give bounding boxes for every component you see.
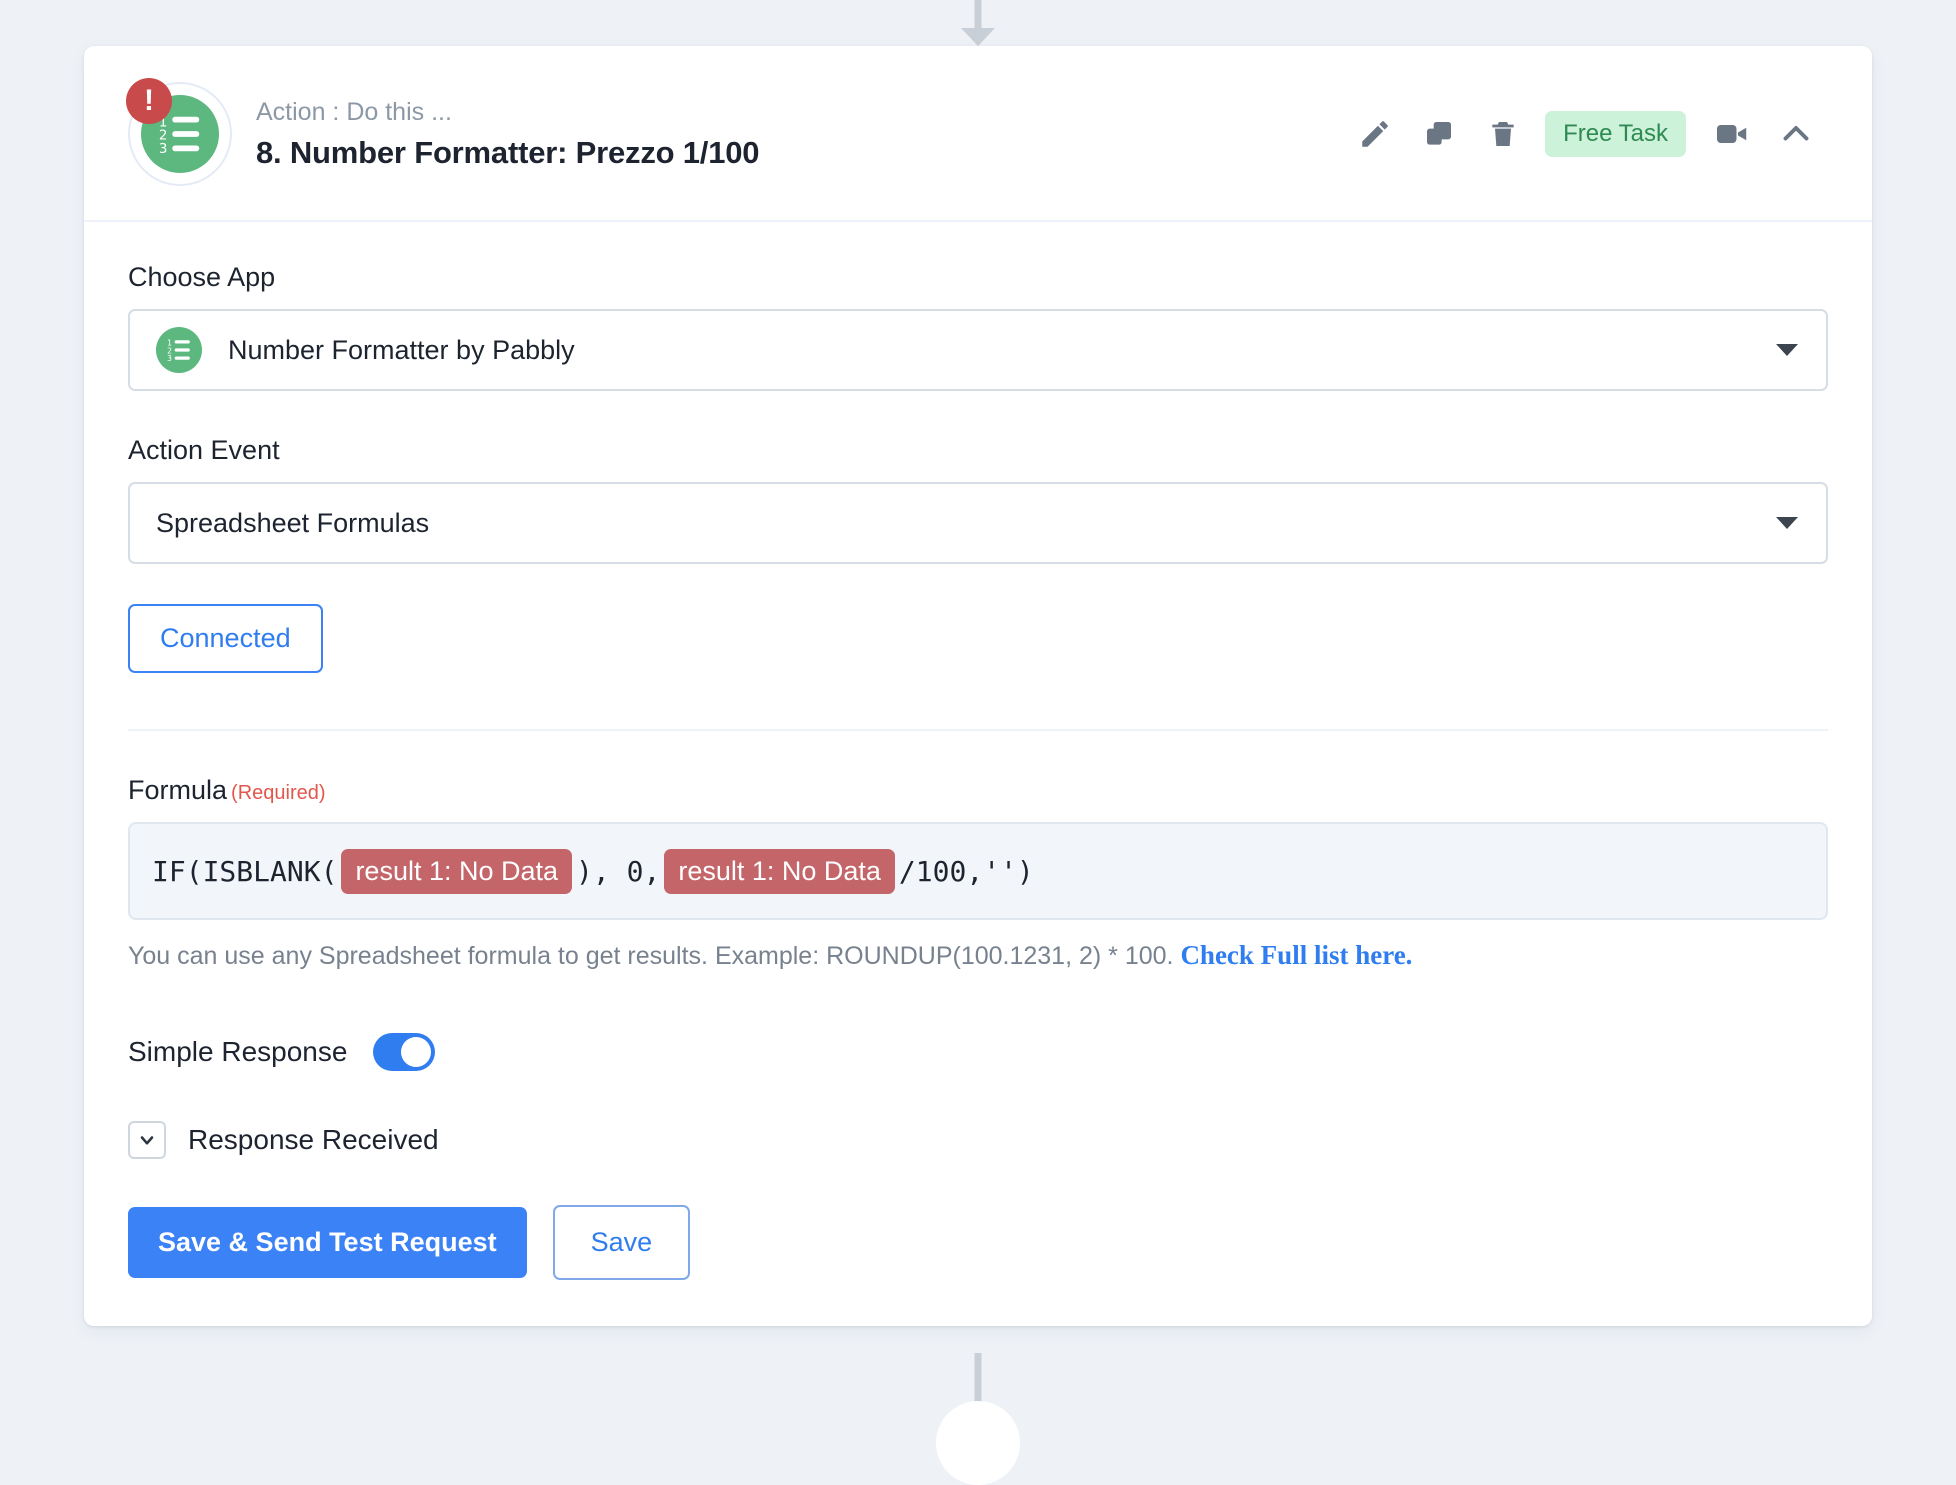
header-toolbar: Free Task <box>1343 106 1828 162</box>
arrow-down-icon <box>961 28 995 46</box>
step-icon-wrapper: 1 2 3 ! <box>126 78 232 186</box>
formula-help-link[interactable]: Check Full list here. <box>1180 940 1412 970</box>
svg-text:3: 3 <box>159 142 168 157</box>
formula-input[interactable]: IF(ISBLANK( result 1: No Data ), 0, resu… <box>128 822 1828 920</box>
formula-token-1[interactable]: result 1: No Data <box>341 848 573 894</box>
connector-bottom <box>918 1353 1038 1485</box>
action-event-value: Spreadsheet Formulas <box>156 507 430 538</box>
step-title: 8. Number Formatter: Prezzo 1/100 <box>256 134 760 170</box>
video-icon[interactable] <box>1700 106 1764 162</box>
delete-icon[interactable] <box>1471 106 1535 162</box>
alert-badge-icon: ! <box>126 78 172 124</box>
save-and-send-test-request-button[interactable]: Save & Send Test Request <box>128 1207 527 1278</box>
choose-app-label: Choose App <box>128 262 276 292</box>
chevron-down-icon[interactable] <box>1776 344 1798 356</box>
connector-node[interactable] <box>936 1401 1020 1485</box>
action-event-select[interactable]: Spreadsheet Formulas <box>128 482 1828 564</box>
response-received-label: Response Received <box>188 1124 439 1155</box>
app-number-list-icon: 1 2 3 <box>156 327 202 373</box>
choose-app-value: Number Formatter by Pabbly <box>228 334 575 365</box>
connected-button[interactable]: Connected <box>128 604 323 673</box>
header-text-group: Action : Do this ... 8. Number Formatter… <box>256 98 1343 171</box>
formula-token-2[interactable]: result 1: No Data <box>664 848 895 894</box>
formula-part-1: IF(ISBLANK( <box>152 854 338 888</box>
chevron-down-icon[interactable] <box>1776 517 1798 529</box>
connector-line <box>974 1353 982 1405</box>
card-header: 1 2 3 ! Action : Do this ... 8. Number F… <box>84 46 1872 222</box>
connector-line <box>974 0 982 30</box>
card-body: Choose App 1 2 3 Number Formatter by Pab… <box>84 222 1872 1326</box>
formula-part-3: /100,'') <box>898 854 1034 888</box>
response-received-row[interactable]: Response Received <box>128 1121 1828 1159</box>
formula-required-note: (Required) <box>231 782 326 804</box>
choose-app-select[interactable]: 1 2 3 Number Formatter by Pabbly <box>128 309 1828 391</box>
action-buttons: Save & Send Test Request Save <box>128 1205 1828 1280</box>
save-button[interactable]: Save <box>552 1205 691 1280</box>
connector-top <box>958 0 998 46</box>
formula-label-text: Formula <box>128 775 228 805</box>
action-event-label: Action Event <box>128 435 280 465</box>
formula-part-2: ), 0, <box>576 854 661 888</box>
simple-response-row: Simple Response <box>128 1033 1828 1071</box>
formula-label: Formula (Required) <box>128 775 1828 806</box>
collapse-icon[interactable] <box>1764 106 1828 162</box>
formula-helper-text: You can use any Spreadsheet formula to g… <box>128 940 1828 971</box>
formula-helper-sentence: You can use any Spreadsheet formula to g… <box>128 942 1174 970</box>
simple-response-label: Simple Response <box>128 1036 348 1067</box>
chevron-down-icon[interactable] <box>128 1121 166 1159</box>
simple-response-toggle[interactable] <box>373 1033 436 1071</box>
toggle-knob <box>401 1037 432 1067</box>
section-divider <box>128 729 1828 731</box>
free-task-badge: Free Task <box>1545 111 1686 157</box>
edit-icon[interactable] <box>1343 106 1407 162</box>
duplicate-icon[interactable] <box>1407 106 1471 162</box>
action-kicker: Action : Do this ... <box>256 97 452 126</box>
action-step-card: 1 2 3 ! Action : Do this ... 8. Number F… <box>84 46 1872 1326</box>
svg-text:3: 3 <box>167 354 172 363</box>
